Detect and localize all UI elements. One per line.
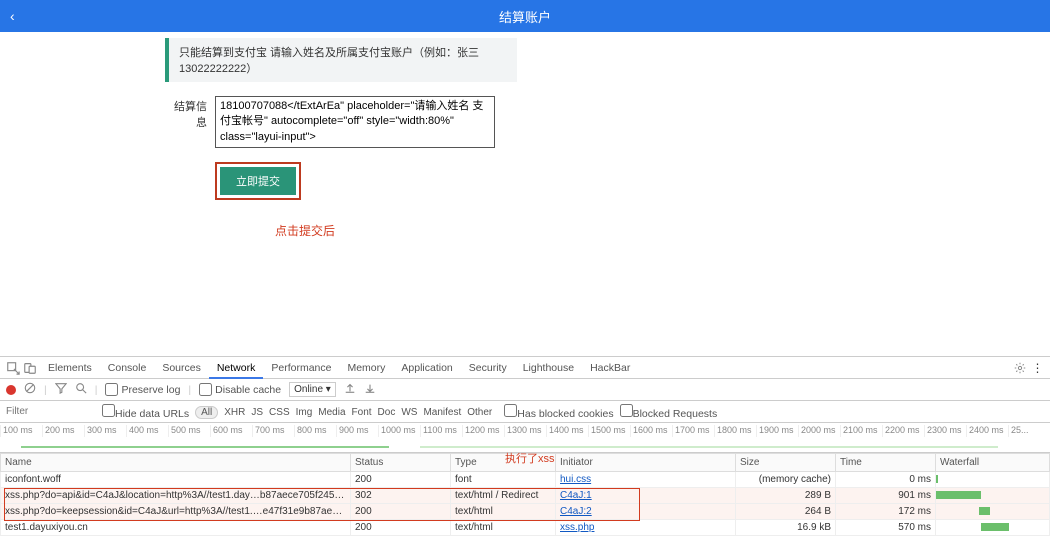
app-header: ‹ 结算账户 xyxy=(0,0,1050,32)
timeline-tick: 1500 ms xyxy=(588,425,630,437)
page-title: 结算账户 xyxy=(499,7,551,26)
timeline-tick: 2400 ms xyxy=(966,425,1008,437)
timeline-tick: 500 ms xyxy=(168,425,210,437)
timeline-tick: 700 ms xyxy=(252,425,294,437)
timeline-tick: 2300 ms xyxy=(924,425,966,437)
filter-type-img[interactable]: Img xyxy=(296,407,313,418)
column-waterfall[interactable]: Waterfall xyxy=(936,454,1050,472)
search-icon[interactable] xyxy=(75,382,87,397)
inspect-icon[interactable] xyxy=(6,361,20,375)
timeline-tick: 200 ms xyxy=(42,425,84,437)
devtools-tab-network[interactable]: Network xyxy=(209,359,264,379)
network-row[interactable]: iconfont.woff200fonthui.css(memory cache… xyxy=(1,472,1050,488)
more-icon[interactable]: ⋮ xyxy=(1030,361,1044,375)
column-name[interactable]: Name xyxy=(1,454,351,472)
timeline-tick: 1600 ms xyxy=(630,425,672,437)
network-timeline[interactable]: 100 ms200 ms300 ms400 ms500 ms600 ms700 … xyxy=(0,423,1050,453)
filter-type-doc[interactable]: Doc xyxy=(378,407,396,418)
notice-banner: 只能结算到支付宝 请输入姓名及所属支付宝账户（例如：张三 13022222222… xyxy=(165,38,517,82)
settlement-form-row: 结算信息 18100707088</tExtArEa" placeholder=… xyxy=(165,96,885,148)
filter-input[interactable] xyxy=(6,406,96,417)
timeline-tick: 1000 ms xyxy=(378,425,420,437)
column-time[interactable]: Time xyxy=(836,454,936,472)
filter-type-ws[interactable]: WS xyxy=(401,407,417,418)
hide-data-urls-checkbox[interactable]: Hide data URLs xyxy=(102,404,189,420)
page-content: 只能结算到支付宝 请输入姓名及所属支付宝账户（例如：张三 13022222222… xyxy=(0,32,1050,239)
filter-icon[interactable] xyxy=(55,382,67,397)
download-har-icon[interactable] xyxy=(364,382,376,397)
annotation-xss-rows-highlight xyxy=(4,488,640,521)
clear-icon[interactable] xyxy=(24,382,36,397)
devtools-panel: ElementsConsoleSourcesNetworkPerformance… xyxy=(0,356,1050,536)
network-filter-row: Hide data URLs All XHR JS CSS Img Media Font Do… xyxy=(0,401,1050,423)
column-size[interactable]: Size xyxy=(736,454,836,472)
column-status[interactable]: Status xyxy=(351,454,451,472)
record-button[interactable] xyxy=(6,385,16,395)
upload-har-icon[interactable] xyxy=(344,382,356,397)
throttling-select[interactable]: Online ▾ xyxy=(289,382,336,397)
annotation-after-submit: 点击提交后 xyxy=(275,222,885,239)
timeline-tick: 1700 ms xyxy=(672,425,714,437)
timeline-tick: 1800 ms xyxy=(714,425,756,437)
filter-type-all[interactable]: All xyxy=(195,406,218,419)
devtools-tab-elements[interactable]: Elements xyxy=(40,359,100,377)
timeline-tick: 600 ms xyxy=(210,425,252,437)
timeline-tick: 2100 ms xyxy=(840,425,882,437)
disable-cache-checkbox[interactable]: Disable cache xyxy=(199,383,281,396)
annotation-xss-executed: 执行了xss xyxy=(505,450,555,466)
has-blocked-cookies-checkbox[interactable]: Has blocked cookies xyxy=(504,404,613,420)
filter-type-manifest[interactable]: Manifest xyxy=(423,407,461,418)
devtools-tab-lighthouse[interactable]: Lighthouse xyxy=(515,359,582,377)
timeline-tick: 1300 ms xyxy=(504,425,546,437)
timeline-tick: 1400 ms xyxy=(546,425,588,437)
filter-type-js[interactable]: JS xyxy=(251,407,263,418)
devtools-tab-performance[interactable]: Performance xyxy=(263,359,339,377)
timeline-tick: 100 ms xyxy=(0,425,42,437)
devtools-tab-bar: ElementsConsoleSourcesNetworkPerformance… xyxy=(0,357,1050,379)
back-icon[interactable]: ‹ xyxy=(10,8,15,24)
network-row[interactable]: test1.dayuxiyou.cn200text/htmlxss.php16.… xyxy=(1,520,1050,536)
blocked-requests-checkbox[interactable]: Blocked Requests xyxy=(620,404,718,420)
settlement-label: 结算信息 xyxy=(165,96,207,130)
devtools-tab-console[interactable]: Console xyxy=(100,359,155,377)
device-toggle-icon[interactable] xyxy=(23,361,37,375)
filter-type-font[interactable]: Font xyxy=(352,407,372,418)
timeline-tick: 2000 ms xyxy=(798,425,840,437)
devtools-tab-application[interactable]: Application xyxy=(393,359,460,377)
timeline-tick: 900 ms xyxy=(336,425,378,437)
timeline-tick: 400 ms xyxy=(126,425,168,437)
column-initiator[interactable]: Initiator xyxy=(556,454,736,472)
filter-type-media[interactable]: Media xyxy=(318,407,345,418)
devtools-tab-security[interactable]: Security xyxy=(461,359,515,377)
timeline-tick: 800 ms xyxy=(294,425,336,437)
filter-type-other[interactable]: Other xyxy=(467,407,492,418)
timeline-tick: 1900 ms xyxy=(756,425,798,437)
filter-type-xhr[interactable]: XHR xyxy=(224,407,245,418)
devtools-tab-hackbar[interactable]: HackBar xyxy=(582,359,638,377)
timeline-tick: 25... xyxy=(1008,425,1050,437)
submit-button[interactable]: 立即提交 xyxy=(220,167,296,195)
filter-type-css[interactable]: CSS xyxy=(269,407,290,418)
timeline-tick: 1100 ms xyxy=(420,425,462,437)
settlement-input-rendered[interactable]: 18100707088</tExtArEa" placeholder="请输入姓… xyxy=(215,96,495,148)
submit-button-highlight: 立即提交 xyxy=(215,162,301,200)
settings-icon[interactable] xyxy=(1013,361,1027,375)
devtools-tab-sources[interactable]: Sources xyxy=(154,359,209,377)
timeline-tick: 1200 ms xyxy=(462,425,504,437)
timeline-tick: 2200 ms xyxy=(882,425,924,437)
devtools-tab-memory[interactable]: Memory xyxy=(339,359,393,377)
network-toolbar: | | Preserve log | Disable cache Online … xyxy=(0,379,1050,401)
timeline-tick: 300 ms xyxy=(84,425,126,437)
preserve-log-checkbox[interactable]: Preserve log xyxy=(105,383,180,396)
